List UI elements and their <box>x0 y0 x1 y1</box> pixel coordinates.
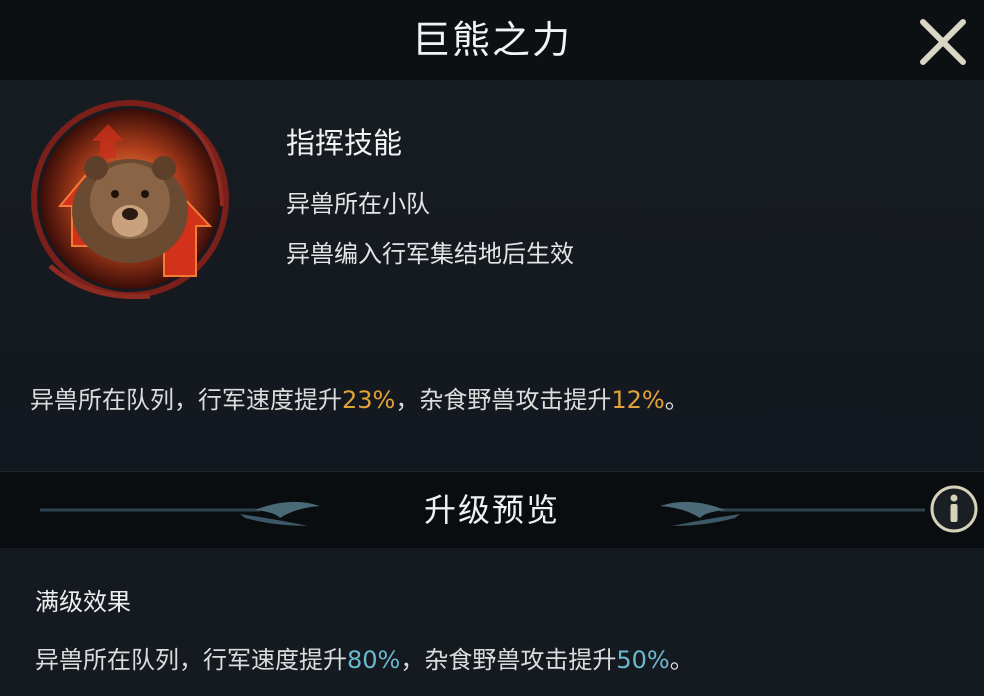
info-icon <box>930 485 978 533</box>
effect-text: 异兽所在队列，行军速度提升 <box>35 646 347 674</box>
bear-skill-icon <box>30 96 230 302</box>
skill-type-label: 指挥技能 <box>286 126 403 160</box>
max-speed-bonus-value: 80% <box>347 646 401 674</box>
effect-text: 。 <box>664 386 689 414</box>
effect-text: 异兽所在队列，行军速度提升 <box>30 386 342 414</box>
attack-bonus-value: 12% <box>611 386 665 414</box>
max-level-label: 满级效果 <box>35 588 131 616</box>
upgrade-preview-bar: 升级预览 <box>0 471 984 549</box>
effect-text: 。 <box>669 646 694 674</box>
current-effect-text: 异兽所在队列，行军速度提升23%，杂食野兽攻击提升12%。 <box>30 380 689 415</box>
right-ornament-icon <box>660 501 925 526</box>
speed-bonus-value: 23% <box>342 386 396 414</box>
skill-target-text: 异兽所在小队 <box>286 190 430 218</box>
close-icon <box>920 19 966 65</box>
skill-condition-text: 异兽编入行军集结地后生效 <box>286 240 574 268</box>
max-effect-text: 异兽所在队列，行军速度提升80%，杂食野兽攻击提升50%。 <box>35 640 694 675</box>
max-attack-bonus-value: 50% <box>616 646 670 674</box>
info-button[interactable] <box>929 484 979 534</box>
close-button[interactable] <box>915 14 971 70</box>
page-title: 巨熊之力 <box>411 18 572 62</box>
effect-text: ，杂食野兽攻击提升 <box>400 646 617 674</box>
effect-text: ，杂食野兽攻击提升 <box>395 386 612 414</box>
